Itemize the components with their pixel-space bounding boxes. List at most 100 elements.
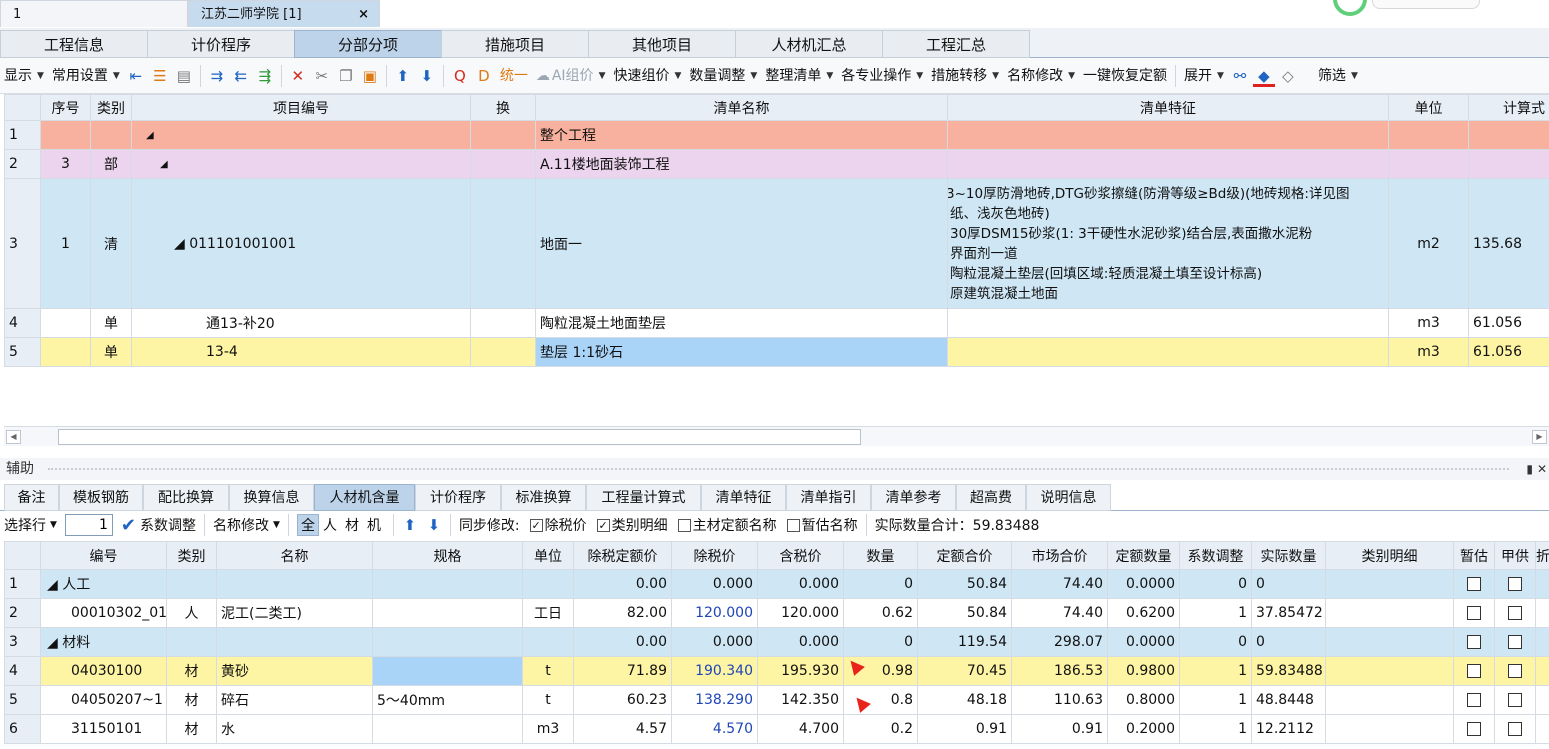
aux-tab-list-reference[interactable]: 清单参考 bbox=[871, 484, 956, 511]
display-menu[interactable]: 显示 ▼ bbox=[0, 62, 48, 90]
cell-estimate[interactable] bbox=[1453, 714, 1495, 744]
cell-unit[interactable]: 工日 bbox=[522, 598, 574, 628]
organize-list-menu[interactable]: 整理清单 ▼ bbox=[761, 62, 837, 90]
tab-sub-items[interactable]: 分部分项 bbox=[294, 30, 442, 58]
cell-replace[interactable] bbox=[470, 149, 536, 179]
cell-name[interactable]: 碎石 bbox=[216, 685, 373, 715]
cell-inc-tax-price[interactable]: 4.700 bbox=[757, 714, 844, 744]
cell-quota-quantity[interactable]: 0.2000 bbox=[1107, 714, 1180, 744]
header-name[interactable]: 清单名称 bbox=[535, 94, 948, 121]
cell-quota-quantity[interactable]: 0.0000 bbox=[1107, 627, 1180, 657]
cell-coef-adjust[interactable]: 0 bbox=[1179, 627, 1252, 657]
header-seq[interactable]: 序号 bbox=[40, 94, 91, 121]
table-row[interactable]: 3 1 清 ◢ 011101001001 地面一 3~10厚防滑地砖,DTG砂浆… bbox=[4, 178, 1549, 309]
header-code[interactable]: 项目编号 bbox=[131, 94, 471, 121]
aux-tab-list-guide[interactable]: 清单指引 bbox=[786, 484, 871, 511]
tree-toggle-icon[interactable]: ◢ bbox=[131, 120, 471, 150]
aux-tab-notes[interactable]: 说明信息 bbox=[1026, 484, 1111, 511]
cell-unit[interactable] bbox=[1388, 149, 1469, 179]
cell-category-detail[interactable] bbox=[1325, 685, 1454, 715]
copy-icon[interactable]: ❐ bbox=[335, 65, 357, 87]
cell-type[interactable] bbox=[166, 627, 217, 657]
filter-menu[interactable]: 筛选 ▼ bbox=[1314, 62, 1362, 90]
cell-quota-total[interactable]: 50.84 bbox=[917, 569, 1012, 599]
cell-name[interactable] bbox=[216, 627, 373, 657]
cell-market-total[interactable]: 110.63 bbox=[1011, 685, 1108, 715]
cell-quota-price[interactable]: 0.00 bbox=[573, 627, 672, 657]
tab-other-items[interactable]: 其他项目 bbox=[588, 30, 736, 58]
cell-calc[interactable] bbox=[1468, 120, 1549, 150]
sync-tax-price-checkbox[interactable]: ✓ 除税价 bbox=[524, 512, 591, 538]
cell-inc-tax-price[interactable]: 0.000 bbox=[757, 569, 844, 599]
cell-market-total[interactable]: 298.07 bbox=[1011, 627, 1108, 657]
cell-spec[interactable] bbox=[372, 627, 523, 657]
checkbox-empty-icon[interactable] bbox=[1467, 606, 1481, 620]
cell-quota-price[interactable]: 60.23 bbox=[573, 685, 672, 715]
cell-inc-tax-price[interactable]: 142.350 bbox=[757, 685, 844, 715]
cell-feature[interactable] bbox=[947, 337, 1389, 367]
cell-name[interactable]: 水 bbox=[216, 714, 373, 744]
cell-estimate[interactable] bbox=[1453, 569, 1495, 599]
arrow-down-icon[interactable]: ⬇ bbox=[416, 65, 438, 87]
cell-coef-adjust[interactable]: 1 bbox=[1179, 656, 1252, 686]
cell-feature[interactable] bbox=[947, 149, 1389, 179]
cell-code[interactable]: 00010302_01 bbox=[40, 598, 167, 628]
cell-actual-quantity[interactable]: 12.2112 bbox=[1251, 714, 1326, 744]
cell-type[interactable]: 材 bbox=[166, 656, 217, 686]
cell-market-total[interactable]: 74.40 bbox=[1011, 569, 1108, 599]
cell-quantity[interactable]: 0.2 bbox=[843, 714, 918, 744]
sync-estimate-checkbox[interactable]: 暂估名称 bbox=[781, 512, 862, 538]
cell-category-detail[interactable] bbox=[1325, 714, 1454, 744]
cell-name[interactable]: 地面一 bbox=[535, 178, 948, 309]
cell-owner-supplied[interactable] bbox=[1494, 598, 1536, 628]
header-unit[interactable]: 单位 bbox=[1388, 94, 1469, 121]
cell-coef-adjust[interactable]: 1 bbox=[1179, 685, 1252, 715]
cell-spec[interactable] bbox=[372, 598, 523, 628]
cell-discount[interactable] bbox=[1535, 569, 1549, 599]
cell-seq[interactable] bbox=[40, 337, 91, 367]
header-code[interactable]: 编号 bbox=[40, 541, 167, 570]
cell-market-total[interactable]: 186.53 bbox=[1011, 656, 1108, 686]
cell-ex-tax-price[interactable]: 4.570 bbox=[671, 714, 758, 744]
header-name[interactable]: 名称 bbox=[216, 541, 373, 570]
cell-spec[interactable]: 5～40mm bbox=[372, 685, 523, 715]
cell-name[interactable]: 陶粒混凝土地面垫层 bbox=[535, 308, 948, 338]
cell-type[interactable]: 部 bbox=[90, 149, 132, 179]
table-row[interactable]: 1 ◢ 整个工程 bbox=[4, 120, 1549, 150]
doc-tab-1[interactable]: 1 bbox=[0, 0, 188, 27]
cell-spec[interactable] bbox=[372, 714, 523, 744]
cell-code[interactable]: 31150101 bbox=[40, 714, 167, 744]
sync-main-material-checkbox[interactable]: 主材定额名称 bbox=[672, 512, 781, 538]
cell-code[interactable]: ◢ 材料 bbox=[40, 627, 167, 657]
cell-quota-total[interactable]: 70.45 bbox=[917, 656, 1012, 686]
checkbox-empty-icon[interactable] bbox=[1508, 635, 1522, 649]
rename-menu[interactable]: 名称修改 ▼ bbox=[1003, 62, 1079, 90]
tab-resource-summary[interactable]: 人材机汇总 bbox=[735, 30, 883, 58]
cell-owner-supplied[interactable] bbox=[1494, 714, 1536, 744]
checkbox-empty-icon[interactable] bbox=[1467, 722, 1481, 736]
move-next-icon[interactable]: ⇶ bbox=[254, 65, 276, 87]
header-feature[interactable]: 清单特征 bbox=[947, 94, 1389, 121]
table-row[interactable]: 3 ◢ 材料 0.00 0.000 0.000 0 119.54 298.07 0.0000 0 0 bbox=[4, 627, 1549, 657]
cell-ex-tax-price[interactable]: 120.000 bbox=[671, 598, 758, 628]
table-row[interactable]: 2 00010302_01 人泥工(二类工) 工日 82.00 120.000 120.00… bbox=[4, 598, 1549, 628]
header-unit[interactable]: 单位 bbox=[522, 541, 574, 570]
d-icon[interactable]: D bbox=[473, 65, 495, 87]
checkbox-empty-icon[interactable] bbox=[1508, 693, 1522, 707]
cell-estimate[interactable] bbox=[1453, 656, 1495, 686]
cell-code[interactable]: 通13-补20 bbox=[131, 308, 471, 338]
row-number-input[interactable] bbox=[64, 514, 113, 536]
cell-category-detail[interactable] bbox=[1325, 598, 1454, 628]
cell-quota-quantity[interactable]: 0.6200 bbox=[1107, 598, 1180, 628]
header-quota-quantity[interactable]: 定额数量 bbox=[1107, 541, 1180, 570]
cell-coef-adjust[interactable]: 1 bbox=[1179, 598, 1252, 628]
cell-market-total[interactable]: 0.91 bbox=[1011, 714, 1108, 744]
ai-pricing-button[interactable]: ☁ AI组价 ▼ bbox=[532, 62, 610, 90]
header-estimate[interactable]: 暂估 bbox=[1453, 541, 1495, 570]
pin-icon[interactable]: ▮ bbox=[1526, 458, 1533, 480]
table-row[interactable]: 2 3 部 ◢ A.11楼地面装饰工程 bbox=[4, 149, 1549, 179]
cell-market-total[interactable]: 74.40 bbox=[1011, 598, 1108, 628]
cell-seq[interactable] bbox=[40, 120, 91, 150]
cell-type[interactable] bbox=[166, 569, 217, 599]
checkbox-empty-icon[interactable] bbox=[1508, 577, 1522, 591]
